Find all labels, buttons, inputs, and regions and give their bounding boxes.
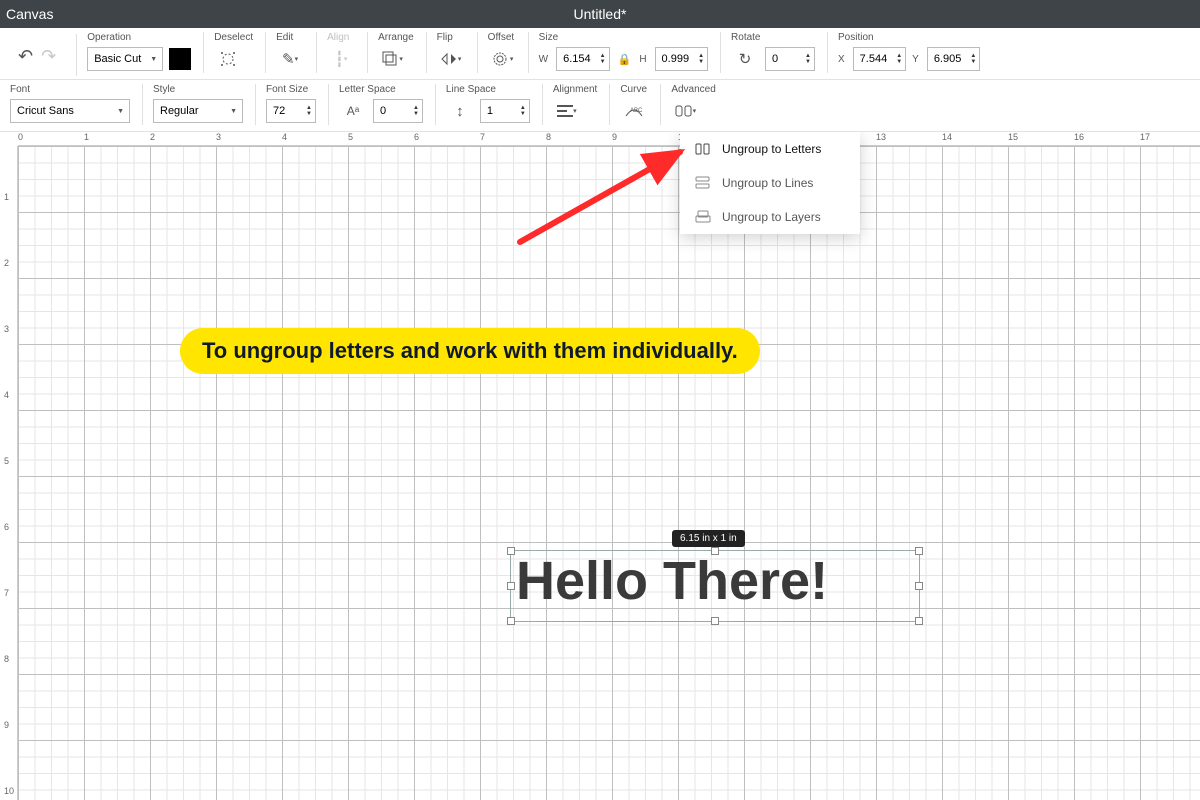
width-input[interactable]: 6.154▲▼ [556,47,609,71]
linespace-input[interactable]: 1▲▼ [480,99,530,123]
advanced-icon [675,104,693,118]
arrange-icon [381,50,399,68]
pos-y-input[interactable]: 6.905▲▼ [927,47,980,71]
offset-icon [490,49,510,69]
ungroup-layers-icon [694,210,712,224]
document-title: Untitled* [574,6,627,22]
toolbar-primary: ↶ ↷ Operation Basic Cut Deselect Edit ✎▾… [0,28,1200,80]
dimension-badge: 6.15 in x 1 in [672,530,745,547]
pos-x-input[interactable]: 7.544▲▼ [853,47,906,71]
operation-select[interactable]: Basic Cut [87,47,163,71]
operation-group: Operation Basic Cut [87,32,204,73]
offset-button[interactable]: ▾ [488,45,516,73]
deselect-icon [218,49,238,69]
font-select[interactable]: Cricut Sans [10,99,130,123]
advanced-button[interactable]: ▾ [671,97,699,125]
lock-aspect-icon[interactable]: 🔒 [616,53,634,66]
redo-button[interactable]: ↷ [41,46,56,67]
ungroup-lines-item[interactable]: Ungroup to Lines [680,166,860,200]
text-object[interactable]: Hello There! [516,550,828,612]
canvas-grid [18,146,1200,800]
align-left-icon [557,105,573,117]
letterspace-icon: Aᵃ [339,97,367,125]
ungroup-lines-icon [694,176,712,190]
ungroup-letters-item[interactable]: Ungroup to Letters [680,132,860,166]
annotation-callout: To ungroup letters and work with them in… [180,328,760,374]
height-input[interactable]: 0.999▲▼ [655,47,708,71]
ruler-vertical: 12345678910 [0,146,18,800]
canvas-area[interactable]: 01234567891011121314151617 12345678910 U… [0,132,1200,800]
ruler-horizontal: 01234567891011121314151617 [18,132,1200,146]
color-swatch[interactable] [169,48,191,70]
edit-button[interactable]: ✎▾ [276,45,304,73]
flip-button[interactable]: ▾ [437,45,465,73]
alignment-button[interactable]: ▾ [553,97,581,125]
toolbar-text: Font Cricut Sans Style Regular Font Size… [0,80,1200,132]
rotate-icon: ↻ [731,45,759,73]
ungroup-letters-icon [694,142,712,156]
flip-icon [440,52,458,66]
rotate-input[interactable]: 0▲▼ [765,47,815,71]
app-name: Canvas [6,6,53,22]
curve-icon: ABC [624,104,644,118]
arrange-button[interactable]: ▾ [378,45,406,73]
letterspace-input[interactable]: 0▲▼ [373,99,423,123]
title-bar: Canvas Untitled* [0,0,1200,28]
align-button: ┇▾ [327,45,355,73]
undo-button[interactable]: ↶ [18,46,33,67]
advanced-dropdown: Ungroup to Letters Ungroup to Lines Ungr… [680,132,860,234]
deselect-button[interactable] [214,45,242,73]
linespace-icon: ↕ [446,97,474,125]
fontsize-input[interactable]: 72▲▼ [266,99,316,123]
svg-text:ABC: ABC [630,108,643,114]
ungroup-layers-item[interactable]: Ungroup to Layers [680,200,860,234]
curve-button[interactable]: ABC [620,97,648,125]
style-select[interactable]: Regular [153,99,243,123]
